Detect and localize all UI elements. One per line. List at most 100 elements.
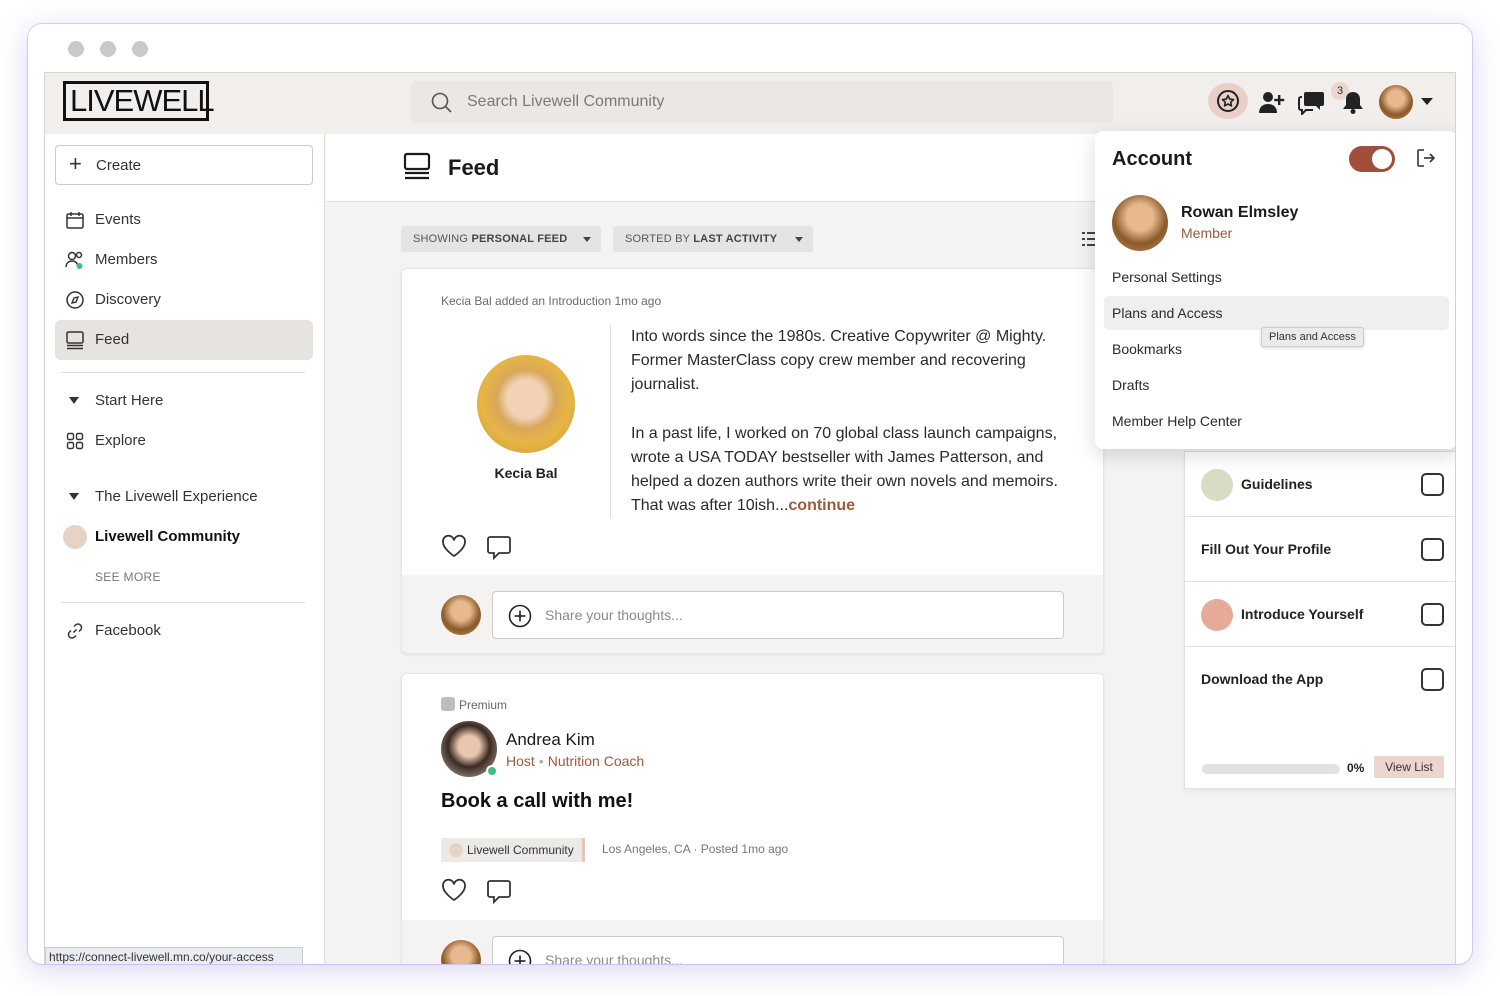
comment-box[interactable] xyxy=(492,936,1064,964)
host-role: Host • Nutrition Coach xyxy=(506,753,644,769)
add-icon[interactable] xyxy=(508,604,532,628)
livewell-logo[interactable]: LIVEWELL xyxy=(63,81,215,121)
chevron-down-icon xyxy=(583,237,591,242)
author-name[interactable]: Kecia Bal xyxy=(426,465,626,481)
sidebar-item-members[interactable]: Members xyxy=(55,240,313,280)
comment-icon[interactable] xyxy=(486,534,512,560)
sidebar-item-explore[interactable]: Explore xyxy=(55,421,313,461)
sidebar-item-label: Feed xyxy=(95,331,130,348)
filter-prefix: SHOWING xyxy=(413,233,469,245)
section-start-here[interactable]: Start Here xyxy=(55,381,313,421)
sidebar-item-label: Members xyxy=(95,251,158,268)
menu-item-plans-and-access[interactable]: Plans and Access xyxy=(1104,296,1449,330)
account-name: Rowan Elmsley xyxy=(1181,204,1299,221)
feed-icon xyxy=(403,152,431,180)
comment-icon[interactable] xyxy=(486,878,512,904)
checklist-item-guidelines[interactable]: Guidelines xyxy=(1185,452,1455,517)
premium-icon xyxy=(441,697,455,711)
section-livewell-experience[interactable]: The Livewell Experience xyxy=(55,477,313,517)
heart-icon[interactable] xyxy=(441,878,467,902)
add-user-button[interactable] xyxy=(1251,84,1291,120)
sidebar-item-feed[interactable]: Feed xyxy=(55,320,313,360)
theme-toggle[interactable] xyxy=(1349,146,1395,172)
checklist-checkbox[interactable] xyxy=(1421,473,1444,496)
author-avatar[interactable] xyxy=(477,355,575,453)
see-more-link[interactable]: SEE MORE xyxy=(95,570,161,584)
progress-percent: 0% xyxy=(1347,761,1365,775)
page-title: Feed xyxy=(448,155,500,180)
post-title[interactable]: Book a call with me! xyxy=(441,790,633,813)
checklist-item-profile[interactable]: Fill Out Your Profile xyxy=(1185,517,1455,582)
menu-item-personal-settings[interactable]: Personal Settings xyxy=(1104,260,1449,294)
window-minimize-dot[interactable] xyxy=(100,41,116,57)
comment-composer xyxy=(402,920,1103,964)
search-icon xyxy=(431,92,452,113)
feed-post-introduction: Kecia Bal added an Introduction 1mo ago … xyxy=(401,268,1104,654)
browser-window: LIVEWELL 3 + Crea xyxy=(28,24,1472,964)
checklist-checkbox[interactable] xyxy=(1421,538,1444,561)
create-label: Create xyxy=(96,156,142,174)
members-icon xyxy=(65,251,83,269)
continue-link[interactable]: continue xyxy=(788,497,855,514)
feed-filter-dropdown[interactable]: SHOWING PERSONAL FEED xyxy=(401,226,601,252)
comment-input[interactable] xyxy=(545,592,1045,638)
menu-item-help-center[interactable]: Member Help Center xyxy=(1104,404,1449,438)
feed-post-event: Premium Andrea Kim Host • Nutrition Coach … xyxy=(401,673,1104,964)
window-maximize-dot[interactable] xyxy=(132,41,148,57)
create-button[interactable]: + Create xyxy=(55,145,313,185)
comment-box[interactable] xyxy=(492,591,1064,639)
window-close-dot[interactable] xyxy=(68,41,84,57)
space-tag[interactable]: Livewell Community xyxy=(441,838,585,862)
search-bar[interactable] xyxy=(411,81,1113,123)
section-label: The Livewell Experience xyxy=(95,488,258,505)
add-user-icon xyxy=(1259,92,1285,113)
checklist-item-introduce[interactable]: Introduce Yourself xyxy=(1185,582,1455,647)
sidebar-item-label: Discovery xyxy=(95,291,161,308)
grid-icon xyxy=(66,432,84,450)
heart-icon[interactable] xyxy=(441,534,467,558)
comment-input[interactable] xyxy=(545,937,1045,964)
host-name[interactable]: Andrea Kim xyxy=(506,730,595,750)
toggle-knob xyxy=(1372,149,1392,169)
star-badge-icon xyxy=(1217,90,1239,112)
plus-icon: + xyxy=(69,151,82,176)
sidebar-item-events[interactable]: Events xyxy=(55,200,313,240)
status-bar-url: https://connect-livewell.mn.co/your-acce… xyxy=(45,947,303,964)
post-paragraph: In a past life, I worked on 70 global cl… xyxy=(631,422,1081,518)
premium-label: Premium xyxy=(459,698,508,712)
calendar-icon xyxy=(66,212,84,229)
people-icon xyxy=(1201,599,1233,631)
view-list-button[interactable]: View List xyxy=(1374,756,1444,778)
checklist-checkbox[interactable] xyxy=(1421,668,1444,691)
sidebar: + Create Events Members Discovery Feed S… xyxy=(45,134,325,964)
search-input[interactable] xyxy=(467,81,1087,123)
add-icon[interactable] xyxy=(508,949,532,964)
logout-icon[interactable] xyxy=(1415,147,1437,169)
tooltip: Plans and Access xyxy=(1261,327,1364,347)
sidebar-item-discovery[interactable]: Discovery xyxy=(55,280,313,320)
star-badge-button[interactable] xyxy=(1208,83,1248,119)
post-paragraph: Into words since the 1980s. Creative Cop… xyxy=(631,328,1047,393)
menu-item-drafts[interactable]: Drafts xyxy=(1104,368,1449,402)
section-label: Start Here xyxy=(95,392,164,409)
account-avatar[interactable] xyxy=(1112,195,1168,251)
link-icon xyxy=(67,623,83,639)
sidebar-item-livewell-community[interactable]: Livewell Community xyxy=(55,517,313,557)
onboarding-checklist: Guidelines Fill Out Your Profile Introdu… xyxy=(1184,451,1455,789)
top-bar: LIVEWELL 3 xyxy=(45,73,1455,134)
notifications-button[interactable] xyxy=(1333,84,1373,120)
avatar xyxy=(441,595,481,635)
feed-sort-dropdown[interactable]: SORTED BY LAST ACTIVITY xyxy=(613,226,813,252)
premium-badge: Premium xyxy=(441,697,507,712)
sidebar-item-label: Facebook xyxy=(95,622,161,639)
user-avatar[interactable] xyxy=(1379,85,1413,119)
sidebar-item-facebook[interactable]: Facebook xyxy=(55,611,313,651)
checklist-checkbox[interactable] xyxy=(1421,603,1444,626)
host-role-label: Host xyxy=(506,753,535,769)
chat-button[interactable] xyxy=(1292,84,1332,120)
app-root: LIVEWELL 3 + Crea xyxy=(44,72,1456,964)
bell-icon xyxy=(1343,92,1363,114)
chevron-down-icon[interactable] xyxy=(1421,98,1433,105)
checklist-item-download[interactable]: Download the App xyxy=(1185,647,1455,712)
collapse-caret-icon xyxy=(69,397,79,404)
